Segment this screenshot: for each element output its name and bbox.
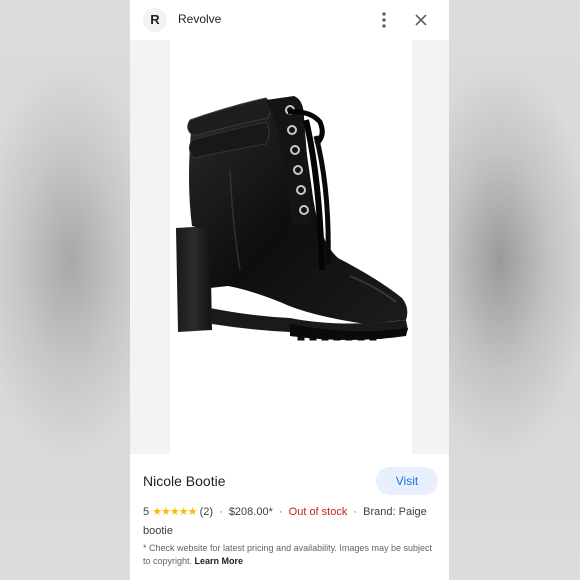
product-meta: 5 ★★★★★ (2) · $208.00* · Out of stock · …: [143, 503, 438, 541]
separator: ·: [278, 506, 283, 518]
product-title: Nicole Bootie: [143, 473, 226, 489]
brand: Brand: Paige: [363, 506, 427, 518]
site-logo[interactable]: R: [143, 8, 167, 32]
stock-status: Out of stock: [288, 506, 348, 518]
site-name[interactable]: Revolve: [178, 12, 221, 26]
product-image-area[interactable]: [130, 40, 449, 454]
product-category: bootie: [143, 525, 173, 537]
product-panel: R Revolve Nicole Bootie Visit 5 ★★★★★ (2…: [130, 0, 449, 580]
separator: ·: [353, 506, 358, 518]
product-info: Nicole Bootie Visit 5 ★★★★★ (2) · $208.0…: [130, 454, 449, 580]
more-vert-icon[interactable]: [378, 11, 390, 29]
learn-more-link[interactable]: Learn More: [195, 556, 244, 566]
visit-button[interactable]: Visit: [376, 467, 438, 495]
disclaimer-text: * Check website for latest pricing and a…: [143, 543, 432, 566]
rating-stars-icon: ★★★★★: [152, 506, 197, 518]
review-count[interactable]: (2): [200, 506, 213, 518]
product-image-frame: [170, 40, 412, 454]
rating-value: 5: [143, 506, 150, 518]
price: $208.00*: [228, 506, 273, 518]
separator: ·: [219, 506, 223, 518]
panel-header: R Revolve: [130, 0, 449, 40]
close-icon[interactable]: [414, 13, 428, 27]
disclaimer: * Check website for latest pricing and a…: [143, 542, 433, 567]
boot-image-icon: [176, 96, 408, 341]
